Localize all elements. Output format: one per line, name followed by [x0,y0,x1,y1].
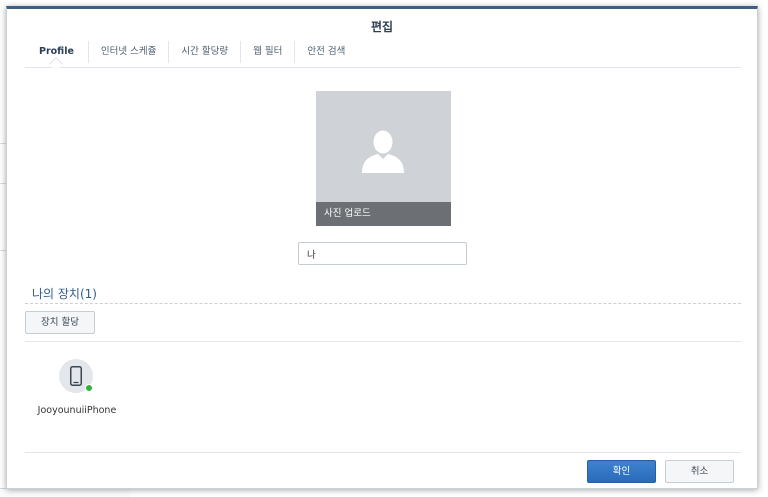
smartphone-icon [70,366,82,386]
online-status-dot [85,384,93,392]
tab-safe-search[interactable]: 안전 검색 [295,41,357,63]
profile-name-input[interactable] [298,242,467,265]
tab-bar: Profile 인터넷 스케쥴 시간 할당량 웹 필터 안전 검색 [25,39,741,68]
tab-web-filter[interactable]: 웹 필터 [241,41,296,63]
device-item[interactable]: JooyounuiiPhone [31,357,123,419]
device-list-divider [25,341,741,342]
devices-section-title: 나의 장치(1) [32,287,97,301]
footer-divider [25,452,741,453]
edit-dialog: 편집 Profile 인터넷 스케쥴 시간 할당량 웹 필터 안전 검색 사진 … [6,6,758,489]
tab-time-quota[interactable]: 시간 할당량 [169,41,242,63]
device-name: JooyounuiiPhone [37,405,117,416]
background-footer [0,488,130,497]
photo-upload-label: 사진 업로드 [316,202,451,226]
profile-photo-upload[interactable]: 사진 업로드 [316,91,451,226]
assign-device-button[interactable]: 장치 할당 [25,311,95,334]
section-divider [25,303,741,304]
cancel-button[interactable]: 취소 [665,460,734,483]
user-silhouette-icon [362,130,404,173]
tab-profile[interactable]: Profile [25,41,89,63]
ok-button[interactable]: 확인 [587,460,656,483]
dialog-title: 편집 [370,20,394,34]
tab-internet-schedule[interactable]: 인터넷 스케쥴 [89,41,170,63]
